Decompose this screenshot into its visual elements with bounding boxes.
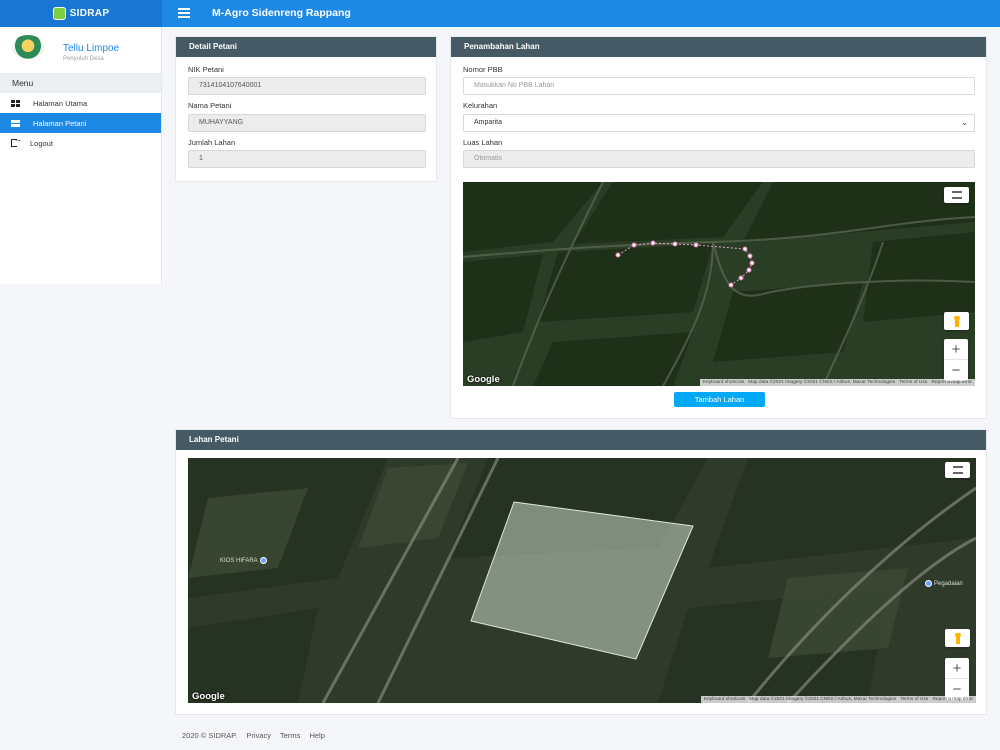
poi-label: Pegadaian [934,580,963,587]
menu-header: Menu [0,73,161,93]
map-data-text: Map data ©2021 Imagery ©2021 CNES / Airb… [748,380,896,385]
zoom-control: + − [944,339,968,381]
footer-link-help[interactable]: Help [309,731,324,740]
map-attribution: Keyboard shortcuts Map data ©2021 Imager… [700,696,976,703]
luas-field: Otomatis [463,150,975,168]
map-data-text: Map data ©2021 Imagery ©2021 CNES / Airb… [749,697,897,702]
sidebar: Tellu Limpoe Penyuluh Desa Menu Halaman … [0,27,162,284]
luas-label: Luas Lahan [463,138,503,147]
avatar [12,35,44,59]
fullscreen-button[interactable] [945,462,970,478]
footer: 2020 © SIDRAP. Privacy Terms Help [182,731,325,740]
nik-label: NIK Petani [188,65,224,74]
lahan-petani-card: Lahan Petani KIOS HIFARA Pegadaian + − G… [175,429,987,715]
terms-link[interactable]: Terms of Use [900,697,928,702]
list-icon [11,119,20,127]
sidebar-item-label: Halaman Petani [33,118,87,128]
footer-link-privacy[interactable]: Privacy [246,731,271,740]
report-error-link[interactable]: Report a map error [932,697,973,702]
nama-field: MUHAYYANG [188,114,426,132]
fullscreen-icon [952,466,963,474]
zoom-out-button[interactable]: − [944,360,968,381]
satellite-imagery [188,458,976,703]
map-attribution: Keyboard shortcuts Map data ©2021 Imager… [699,379,975,386]
brand[interactable]: SIDRAP [0,0,162,27]
nama-label: Nama Petani [188,101,232,110]
user-role: Penyuluh Desa [63,56,104,62]
keyboard-shortcuts-link[interactable]: Keyboard shortcuts [703,380,744,385]
street-view-button[interactable] [944,312,969,330]
place-marker-icon [925,580,932,587]
poi-label: KIOS HIFARA [220,557,258,564]
fullscreen-button[interactable] [944,187,969,203]
kelurahan-label: Kelurahan [463,101,498,110]
pbb-label: Nomor PBB [463,65,503,74]
detail-petani-card: Detail Petani NIK Petani 731410410764000… [175,36,437,182]
zoom-control: + − [945,658,969,700]
poi-pegadaian[interactable]: Pegadaian [925,580,963,587]
sidebar-item-logout[interactable]: Logout [0,133,161,153]
add-lahan-map[interactable]: + − Google Keyboard shortcuts Map data ©… [463,182,975,386]
user-name: Tellu Limpoe [63,43,120,54]
shop-marker-icon [259,557,267,564]
zoom-in-button[interactable]: + [944,339,968,360]
poi-kios-hifara[interactable]: KIOS HIFARA [220,557,267,564]
footer-link-terms[interactable]: Terms [280,731,300,740]
terms-link[interactable]: Terms of Use [899,380,927,385]
sidebar-item-halaman-utama[interactable]: Halaman Utama [0,93,161,113]
keyboard-shortcuts-link[interactable]: Keyboard shortcuts [704,697,745,702]
lahan-map[interactable]: KIOS HIFARA Pegadaian + − Google Keyboar… [188,458,976,703]
card-title: Lahan Petani [176,430,986,450]
chevron-down-icon: ⌄ [961,118,968,127]
brand-name: SIDRAP [69,8,110,19]
card-title: Penambahan Lahan [451,37,986,57]
app-title: M-Agro Sidenreng Rappang [212,7,351,19]
kelurahan-value: Amparita [474,119,503,126]
google-logo: Google [192,691,225,702]
pegman-icon [953,632,962,644]
kelurahan-select[interactable]: Amparita ⌄ [463,114,975,132]
jumlah-field: 1 [188,150,426,168]
card-title: Detail Petani [176,37,436,57]
sidebar-item-label: Halaman Utama [33,98,88,108]
jumlah-label: Jumlah Lahan [188,138,236,147]
menu-toggle-icon[interactable] [178,8,190,18]
pegman-icon [952,315,961,327]
zoom-in-button[interactable]: + [945,658,969,679]
penambahan-lahan-card: Penambahan Lahan Nomor PBB Masukkan No P… [450,36,987,419]
sidebar-item-label: Logout [30,138,53,148]
copyright: 2020 © SIDRAP. [182,731,238,740]
report-error-link[interactable]: Report a map error [931,380,972,385]
satellite-imagery [463,182,975,386]
brand-logo-icon [52,7,66,20]
nik-field: 7314104107640001 [188,77,426,95]
tambah-lahan-button[interactable]: Tambah Lahan [674,392,765,407]
street-view-button[interactable] [945,629,970,647]
fullscreen-icon [951,191,962,199]
top-navbar: SIDRAP M-Agro Sidenreng Rappang [0,0,1000,27]
pbb-input[interactable]: Masukkan No PBB Lahan [463,77,975,95]
user-panel: Tellu Limpoe Penyuluh Desa [0,27,161,73]
logout-icon [11,135,22,147]
sidebar-item-halaman-petani[interactable]: Halaman Petani [0,113,161,133]
dashboard-icon [11,99,20,107]
google-logo: Google [467,374,500,385]
